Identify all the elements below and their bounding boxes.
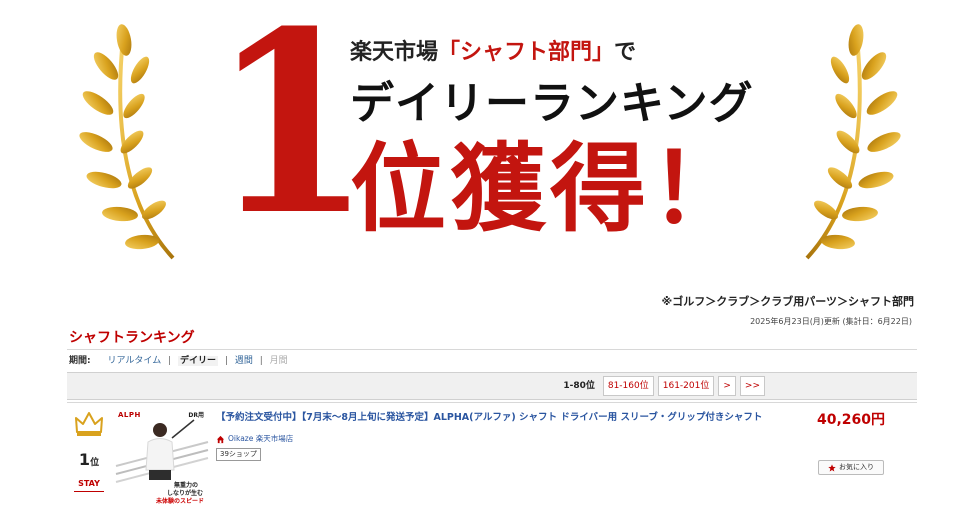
rank-number: 1位: [72, 447, 106, 473]
rank-status: STAY: [74, 477, 104, 492]
updated-date: 2025年6月23日(月)更新 (集計日：6月22日): [750, 317, 912, 326]
category-breadcrumb: ※ゴルフ＞クラブ＞クラブ用パーツ＞シャフト部門: [661, 295, 914, 308]
period-option-daily[interactable]: デイリー: [178, 356, 219, 366]
star-icon: [828, 463, 836, 471]
laurel-left-icon: [79, 24, 175, 260]
banner-line-3: 位獲得！: [350, 132, 750, 245]
pagination-bar: 1-80位 81-160位 161-201位 > >>: [67, 372, 917, 400]
period-separator: |: [259, 356, 263, 366]
thumb-caption-2: しなりが生む: [166, 490, 203, 497]
pagination-link-161-201[interactable]: 161-201位: [657, 376, 715, 396]
shop-name: Oikaze 楽天市場店: [228, 434, 294, 443]
banner-line-1: 楽天市場「シャフト部門」で: [350, 32, 650, 72]
pagination-next-button[interactable]: >: [718, 376, 736, 396]
product-title-link[interactable]: 【予約注文受付中】【7月末～8月上旬に発送予定】ALPHA(アルファ) シャフト…: [216, 410, 786, 426]
shop-link[interactable]: Oikaze 楽天市場店: [216, 432, 293, 446]
product-thumbnail[interactable]: ALPH DR用 無重力の しなりが生む 未体験のスピード: [114, 408, 210, 508]
banner-line-1-pre: 楽天市場: [350, 39, 439, 65]
laurel-right-icon: [805, 24, 901, 260]
pagination: 1-80位 81-160位 161-201位 > >>: [563, 376, 765, 396]
rank-suffix: 位: [90, 458, 100, 468]
thumb-brand-logo: ALPH: [118, 411, 141, 419]
pagination-link-81-160[interactable]: 81-160位: [602, 376, 654, 396]
favorite-button[interactable]: お気に入り: [818, 460, 884, 475]
ranking-banner: 1 楽天市場「シャフト部門」で デイリーランキング 位獲得！: [0, 0, 980, 280]
period-option-realtime[interactable]: リアルタイム: [107, 356, 161, 366]
banner-line-1-post: で: [614, 39, 637, 65]
favorite-label: お気に入り: [839, 463, 874, 471]
period-label: 期間:: [69, 356, 91, 366]
product-price: 40,260円: [817, 412, 886, 428]
ranking-title: シャフトランキング: [69, 330, 195, 346]
period-separator: |: [224, 356, 228, 366]
thumb-dr-label: DR用: [188, 412, 204, 419]
period-option-weekly[interactable]: 週間: [235, 356, 253, 366]
thumb-caption-3: 未体験のスピード: [155, 498, 204, 505]
period-selector: 期間: リアルタイム | デイリー | 週間 | 月間: [69, 353, 288, 369]
crown-icon: [75, 412, 103, 436]
rank-value: 1: [78, 450, 91, 469]
period-separator: |: [168, 356, 172, 366]
shop-home-icon: [216, 435, 225, 443]
period-option-monthly: 月間: [269, 356, 288, 366]
shop-39-badge: 39ショップ: [216, 448, 261, 461]
pagination-last-button[interactable]: >>: [739, 376, 765, 396]
thumb-caption-1: 無重力の: [173, 482, 198, 489]
banner-line-1-bracket: 「シャフト部門」: [438, 39, 615, 65]
banner-big-number: 1: [211, 0, 372, 270]
title-divider: [67, 349, 917, 350]
list-divider: [67, 402, 917, 403]
pagination-current: 1-80位: [563, 381, 595, 391]
